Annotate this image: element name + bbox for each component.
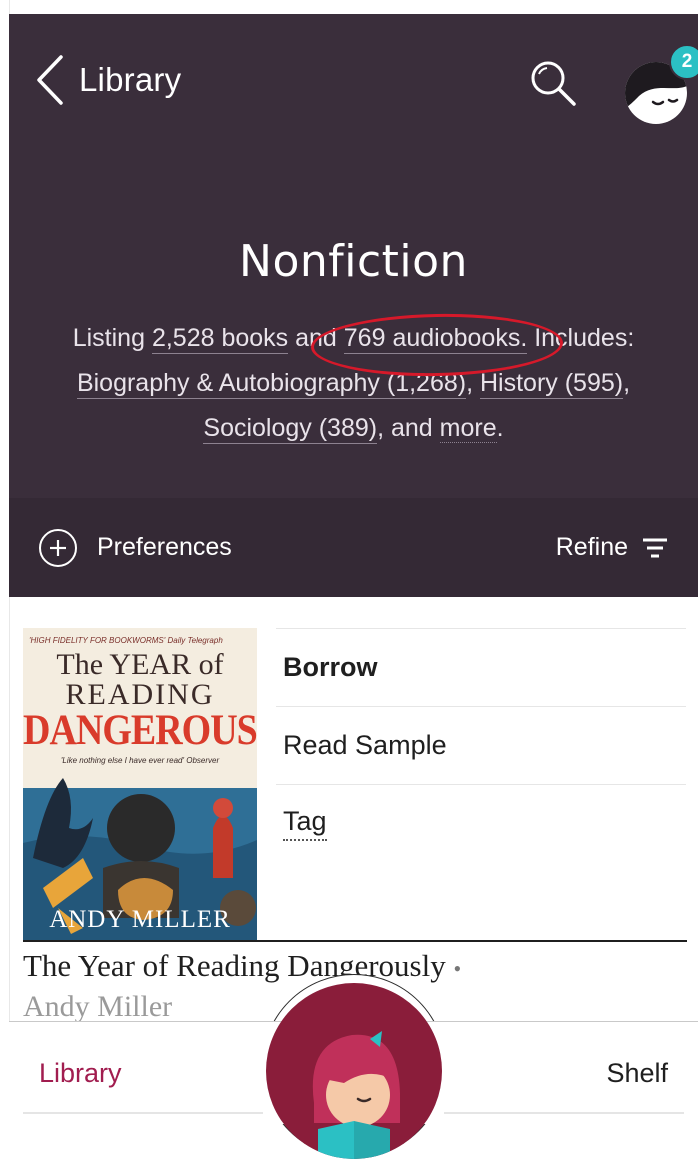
chevron-left-icon bbox=[37, 55, 63, 105]
tab-library-underline bbox=[23, 1112, 263, 1114]
search-button[interactable] bbox=[525, 56, 581, 112]
profile-button[interactable]: 2 bbox=[621, 44, 698, 126]
tab-shelf[interactable]: Shelf bbox=[606, 1058, 668, 1089]
summary-includes: Includes: bbox=[527, 324, 635, 352]
collection-summary: Listing 2,528 books and 769 audiobooks. … bbox=[39, 316, 668, 451]
category-link-biography[interactable]: Biography & Autobiography (1,268) bbox=[76, 369, 467, 399]
cover-quote: 'HIGH FIDELITY FOR BOOKWORMS' Daily Tele… bbox=[29, 636, 223, 645]
summary-and-a: a bbox=[288, 324, 310, 352]
tab-shelf-underline bbox=[444, 1112, 684, 1114]
filter-toolbar: Preferences Refine bbox=[9, 498, 698, 597]
back-button[interactable]: Library bbox=[33, 52, 181, 108]
summary-sep1: , bbox=[466, 369, 480, 397]
books-count-link[interactable]: 2,528 books bbox=[151, 324, 289, 354]
tag-label: Tag bbox=[283, 806, 327, 841]
book-divider bbox=[23, 940, 687, 942]
cover-subquote: 'Like nothing else I have ever read' Obs… bbox=[60, 756, 220, 765]
summary-period: . bbox=[496, 414, 504, 442]
preferences-label: Preferences bbox=[97, 533, 232, 561]
search-icon bbox=[531, 61, 576, 106]
plus-circle-icon bbox=[39, 528, 77, 567]
filter-lines-icon bbox=[643, 538, 667, 557]
title-bullet: • bbox=[453, 956, 462, 981]
cover-title-line3: DANGEROUSLY bbox=[23, 705, 257, 755]
tag-button[interactable]: Tag bbox=[276, 784, 686, 862]
preferences-button[interactable]: Preferences bbox=[39, 528, 232, 567]
book-cover[interactable]: 'HIGH FIDELITY FOR BOOKWORMS' Daily Tele… bbox=[23, 628, 257, 940]
book-actions: Borrow Read Sample Tag bbox=[276, 628, 686, 862]
borrow-button[interactable]: Borrow bbox=[276, 628, 686, 706]
notification-badge: 2 bbox=[669, 44, 698, 80]
refine-label: Refine bbox=[555, 533, 628, 561]
page-title: Nonfiction bbox=[239, 236, 468, 287]
cover-title-line1: The YEAR of bbox=[56, 648, 224, 681]
summary-and-more: , and bbox=[377, 414, 440, 442]
refine-button[interactable]: Refine bbox=[556, 533, 668, 562]
libby-mascot-icon bbox=[312, 1031, 400, 1159]
libby-menu-button[interactable] bbox=[266, 983, 442, 1159]
category-link-history[interactable]: History (595) bbox=[480, 369, 624, 399]
cover-author: ANDY MILLER bbox=[49, 906, 231, 933]
header: Library 2 Nonfiction Listing 2,528 books… bbox=[9, 14, 698, 597]
tab-library[interactable]: Library bbox=[39, 1058, 122, 1089]
read-sample-button[interactable]: Read Sample bbox=[276, 706, 686, 784]
category-link-sociology[interactable]: Sociology (389) bbox=[203, 414, 378, 444]
summary-sep2: , bbox=[623, 369, 631, 397]
book-author[interactable]: Andy Miller bbox=[23, 990, 172, 1024]
summary-prefix: Listing bbox=[72, 324, 152, 352]
summary-and-b: nd bbox=[309, 324, 344, 352]
audiobooks-count-link[interactable]: 769 audiobooks. bbox=[343, 324, 528, 354]
back-label: Library bbox=[79, 61, 182, 98]
more-categories-link[interactable]: more bbox=[439, 414, 497, 443]
